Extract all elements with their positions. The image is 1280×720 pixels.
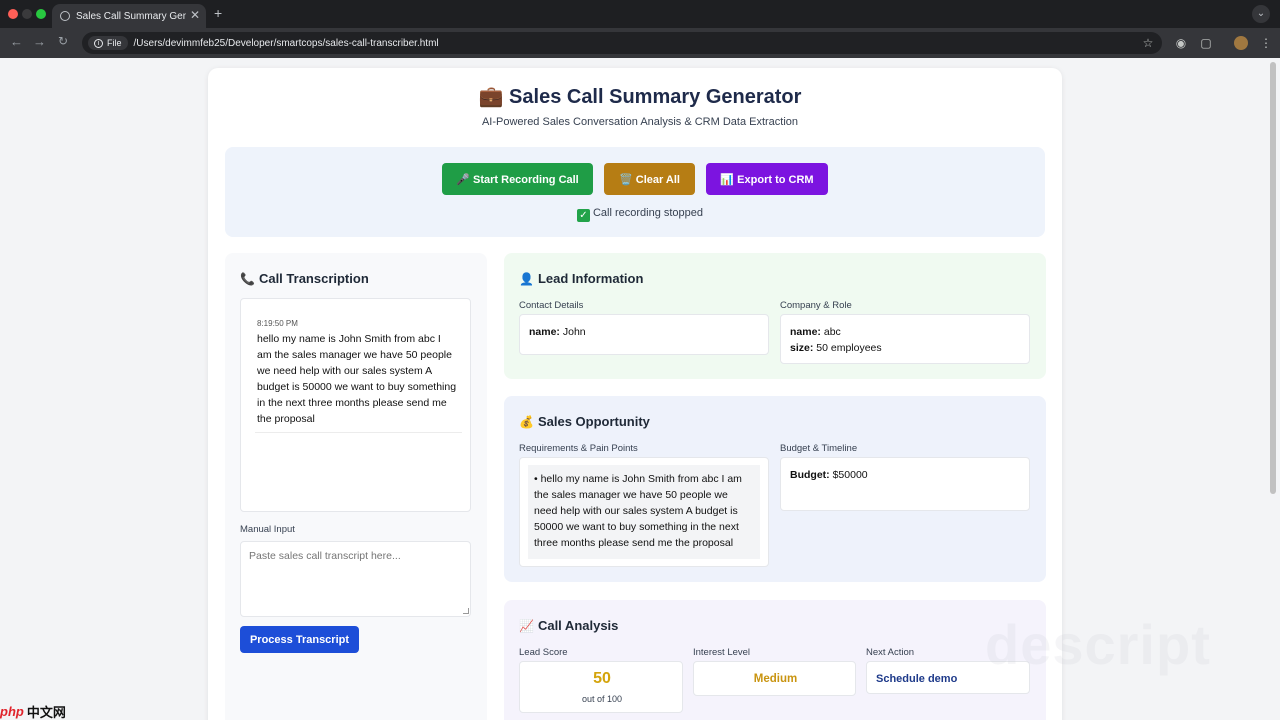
interest-level-label: Interest Level: [693, 647, 751, 658]
contact-name-value: John: [559, 326, 586, 338]
tab-search-icon[interactable]: ⌄: [1252, 5, 1270, 23]
php-logo-text: php: [0, 703, 24, 719]
globe-icon: [60, 11, 70, 21]
url-text[interactable]: /Users/devimmfeb25/Developer/smartcops/s…: [134, 38, 439, 49]
budget-timeline-label: Budget & Timeline: [780, 443, 858, 454]
briefcase-icon: 💼: [478, 86, 504, 108]
recording-status: ✓ Call recording stopped: [0, 207, 1280, 222]
requirements-label: Requirements & Pain Points: [519, 443, 638, 454]
tab-title: Sales Call Summary Generator: [76, 10, 186, 22]
requirements-box: • hello my name is John Smith from abc I…: [519, 457, 769, 567]
contact-details-box: name: John: [519, 314, 769, 355]
sales-opportunity-heading-text: Sales Opportunity: [537, 414, 650, 429]
export-crm-button[interactable]: 📊 Export to CRM: [706, 163, 828, 195]
manual-input-label: Manual Input: [240, 524, 295, 535]
company-name-value: abc: [820, 326, 841, 338]
company-role-box: name: abc size: 50 employees: [780, 314, 1030, 364]
call-analysis-heading-text: Call Analysis: [537, 618, 619, 633]
forward-icon[interactable]: →: [33, 34, 46, 49]
reload-icon[interactable]: ↻: [58, 34, 68, 48]
sales-opportunity-heading: 💰 Sales Opportunity: [519, 414, 650, 429]
manual-transcript-input[interactable]: [240, 541, 471, 617]
lead-score-value: 50: [593, 670, 611, 687]
bookmark-star-icon[interactable]: ☆: [1141, 36, 1155, 50]
transcript-text: hello my name is John Smith from abc I a…: [257, 333, 457, 425]
process-transcript-button[interactable]: Process Transcript: [240, 626, 359, 653]
page-title: 💼 Sales Call Summary Generator: [0, 84, 1280, 109]
next-action-label: Next Action: [866, 647, 915, 658]
browser-toolbar: ← → ↻ i File /Users/devimmfeb25/Developer…: [0, 28, 1280, 58]
person-icon: 👤: [519, 272, 534, 286]
interest-level-box: Medium: [693, 661, 856, 696]
interest-level-value: Medium: [753, 673, 798, 685]
resize-handle-icon[interactable]: [463, 608, 469, 614]
chart-up-icon: 📈: [519, 619, 534, 633]
start-recording-button[interactable]: 🎤 Start Recording Call: [442, 163, 593, 195]
lead-score-suffix: out of 100: [581, 694, 623, 704]
contact-name-key: name:: [529, 326, 560, 338]
money-bag-icon: 💰: [519, 415, 534, 429]
new-tab-button[interactable]: +: [214, 5, 222, 21]
lead-score-box: 50 out of 100: [519, 661, 683, 713]
next-action-value: Schedule demo: [876, 673, 958, 685]
maximize-window-icon[interactable]: [36, 9, 46, 19]
descript-watermark: descript: [985, 613, 1211, 676]
back-icon[interactable]: ←: [10, 34, 23, 49]
extensions-puzzle-icon[interactable]: ▢: [1199, 36, 1213, 50]
browser-tab[interactable]: Sales Call Summary Generator ✕: [52, 4, 206, 28]
lead-info-heading: 👤 Lead Information: [519, 271, 643, 286]
file-chip-label: File: [107, 38, 122, 48]
browser-menu-icon[interactable]: ⋮: [1259, 36, 1273, 50]
transcript-divider: [255, 432, 462, 433]
lead-info-heading-text: Lead Information: [537, 271, 644, 286]
phone-icon: 📞: [240, 272, 255, 286]
status-text: Call recording stopped: [592, 207, 704, 219]
transcription-heading: 📞 Call Transcription: [240, 271, 369, 286]
cn-logo-text: 中文网: [26, 704, 66, 720]
site-info-chip[interactable]: i File: [88, 36, 128, 50]
extension-g-icon[interactable]: ◉: [1174, 36, 1188, 50]
company-role-label: Company & Role: [780, 300, 852, 311]
close-window-icon[interactable]: [8, 9, 18, 19]
budget-key: Budget:: [790, 469, 830, 481]
lead-score-label: Lead Score: [519, 647, 568, 658]
company-size-value: 50 employees: [813, 342, 882, 354]
browser-tab-bar: Sales Call Summary Generator ✕ + ⌄: [0, 0, 1280, 28]
page-title-text: Sales Call Summary Generator: [509, 86, 802, 108]
budget-timeline-box: Budget: $50000: [780, 457, 1030, 511]
address-bar[interactable]: i File /Users/devimmfeb25/Developer/smart…: [82, 32, 1162, 54]
transcription-heading-text: Call Transcription: [258, 271, 369, 286]
requirement-item: • hello my name is John Smith from abc I…: [528, 465, 760, 559]
checkmark-icon: ✓: [576, 209, 590, 222]
profile-avatar[interactable]: [1234, 36, 1248, 50]
minimize-window-icon[interactable]: [22, 9, 32, 19]
tab-close-icon[interactable]: ✕: [190, 8, 200, 22]
info-icon: i: [94, 38, 103, 48]
clear-all-button[interactable]: 🗑️ Clear All: [604, 163, 695, 195]
transcript-timestamp: 8:19:50 PM: [257, 319, 298, 328]
company-name-key: name:: [790, 326, 821, 338]
page-subtitle: AI-Powered Sales Conversation Analysis &…: [481, 116, 799, 128]
budget-value: $50000: [829, 469, 868, 481]
php-cn-logo: php 中文网: [0, 702, 84, 720]
contact-details-label: Contact Details: [519, 300, 584, 311]
company-size-key: size:: [790, 342, 814, 354]
call-analysis-heading: 📈 Call Analysis: [519, 618, 618, 633]
